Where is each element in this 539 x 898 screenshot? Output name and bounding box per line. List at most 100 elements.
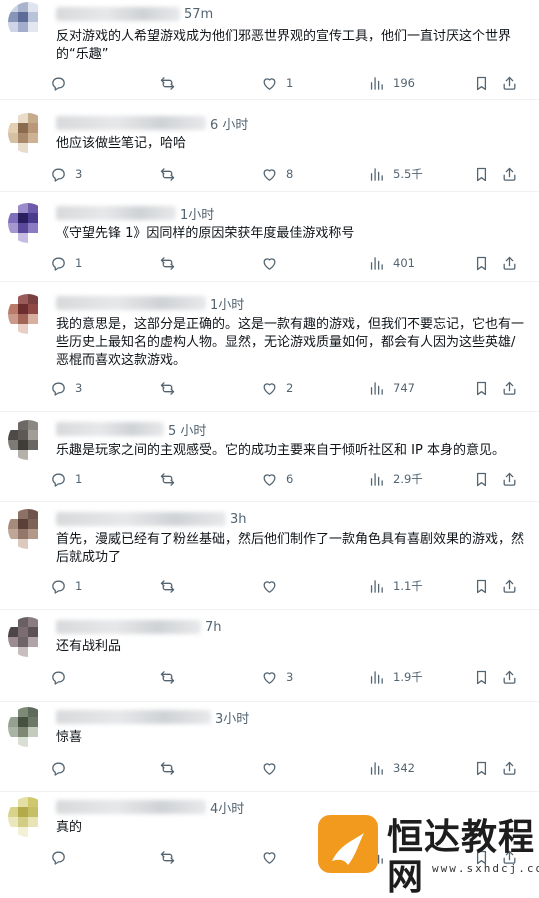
share-button[interactable]: [501, 73, 518, 93]
bookmark-button[interactable]: [473, 253, 490, 273]
retweet-button[interactable]: [159, 847, 184, 867]
like-button[interactable]: 2: [261, 378, 293, 398]
avatar[interactable]: [8, 2, 48, 42]
tweet[interactable]: 57m 反对游戏的人希望游戏成为他们邪恶世界观的宣传工具，他们一直讨厌这个世界的…: [0, 0, 539, 100]
avatar[interactable]: [8, 113, 48, 153]
retweet-button[interactable]: [159, 576, 184, 596]
tweet-time[interactable]: 3h: [230, 512, 247, 527]
reply-button[interactable]: [50, 667, 75, 687]
views-button[interactable]: 342: [368, 758, 415, 778]
tweet-meta: 4小时: [56, 798, 244, 817]
views-button[interactable]: 196: [368, 73, 415, 93]
share-button[interactable]: [501, 378, 518, 398]
like-count: 3: [286, 670, 294, 684]
reply-button[interactable]: [50, 73, 75, 93]
bookmark-button[interactable]: [473, 378, 490, 398]
author-name-redacted[interactable]: [56, 7, 180, 21]
heart-icon: [261, 578, 278, 595]
reply-button[interactable]: [50, 847, 75, 867]
tweet-time[interactable]: 5 小时: [168, 420, 206, 439]
share-icon: [501, 255, 518, 272]
views-button[interactable]: 401: [368, 253, 415, 273]
share-button[interactable]: [501, 469, 518, 489]
bookmark-button[interactable]: [473, 758, 490, 778]
bookmark-button[interactable]: [473, 469, 490, 489]
tweet-actions: 1 196: [50, 73, 520, 93]
share-button[interactable]: [501, 667, 518, 687]
bookmark-button[interactable]: [473, 164, 490, 184]
views-button[interactable]: 1.9千: [368, 667, 423, 687]
tweet-time[interactable]: 1小时: [180, 204, 214, 223]
avatar[interactable]: [8, 420, 48, 460]
avatar[interactable]: [8, 294, 48, 334]
author-name-redacted[interactable]: [56, 620, 201, 634]
views-button[interactable]: 747: [368, 378, 415, 398]
author-name-redacted[interactable]: [56, 296, 206, 310]
like-count: 1: [286, 76, 294, 90]
tweet[interactable]: 6 小时 他应该做些笔记，哈哈 3 8 5.5千: [0, 100, 539, 192]
reply-button[interactable]: 1: [50, 469, 82, 489]
tweet[interactable]: 1小时 《守望先锋 1》因同样的原因荣获年度最佳游戏称号 1 401: [0, 192, 539, 282]
avatar[interactable]: [8, 797, 48, 837]
share-button[interactable]: [501, 253, 518, 273]
bookmark-icon: [473, 471, 490, 488]
like-button[interactable]: [261, 253, 286, 273]
tweet-actions: 1 6 2.9千: [50, 469, 520, 489]
tweet-time[interactable]: 7h: [205, 620, 222, 635]
tweet-time[interactable]: 6 小时: [210, 114, 248, 133]
views-button[interactable]: 1.1千: [368, 576, 423, 596]
tweet-time[interactable]: 4小时: [210, 798, 244, 817]
author-name-redacted[interactable]: [56, 422, 164, 436]
like-button[interactable]: 1: [261, 73, 293, 93]
tweet-meta: 1小时: [56, 204, 214, 223]
retweet-button[interactable]: [159, 469, 184, 489]
heart-icon: [261, 849, 278, 866]
reply-icon: [50, 578, 67, 595]
retweet-button[interactable]: [159, 378, 184, 398]
tweet[interactable]: 7h 还有战利品 3 1.9千: [0, 610, 539, 702]
views-button[interactable]: 5.5千: [368, 164, 423, 184]
bookmark-button[interactable]: [473, 576, 490, 596]
share-button[interactable]: [501, 576, 518, 596]
author-name-redacted[interactable]: [56, 206, 176, 220]
reply-button[interactable]: [50, 758, 75, 778]
tweet[interactable]: 3h 首先，漫威已经有了粉丝基础，然后他们制作了一款角色具有喜剧效果的游戏，然后…: [0, 502, 539, 610]
tweet-time[interactable]: 57m: [184, 7, 213, 22]
tweet[interactable]: 3小时 惊喜 342: [0, 702, 539, 792]
like-button[interactable]: [261, 758, 286, 778]
retweet-button[interactable]: [159, 164, 184, 184]
bookmark-button[interactable]: [473, 667, 490, 687]
avatar[interactable]: [8, 509, 48, 549]
retweet-button[interactable]: [159, 73, 184, 93]
author-name-redacted[interactable]: [56, 116, 206, 130]
retweet-button[interactable]: [159, 253, 184, 273]
share-button[interactable]: [501, 758, 518, 778]
like-button[interactable]: 3: [261, 667, 293, 687]
retweet-button[interactable]: [159, 667, 184, 687]
like-button[interactable]: 6: [261, 469, 293, 489]
author-name-redacted[interactable]: [56, 800, 206, 814]
author-name-redacted[interactable]: [56, 512, 226, 526]
avatar[interactable]: [8, 203, 48, 243]
tweet[interactable]: 5 小时 乐趣是玩家之间的主观感受。它的成功主要来自于倾听社区和 IP 本身的意…: [0, 412, 539, 502]
like-button[interactable]: 8: [261, 164, 293, 184]
author-name-redacted[interactable]: [56, 710, 211, 724]
views-button[interactable]: 2.9千: [368, 469, 423, 489]
retweet-button[interactable]: [159, 758, 184, 778]
bookmark-button[interactable]: [473, 73, 490, 93]
tweet[interactable]: 1小时 我的意思是，这部分是正确的。这是一款有趣的游戏，但我们不要忘记，它也有一…: [0, 282, 539, 412]
tweet-time[interactable]: 1小时: [210, 294, 244, 313]
avatar[interactable]: [8, 707, 48, 747]
like-button[interactable]: [261, 576, 286, 596]
avatar[interactable]: [8, 617, 48, 657]
reply-button[interactable]: 3: [50, 378, 82, 398]
retweet-icon: [159, 669, 176, 686]
share-button[interactable]: [501, 164, 518, 184]
reply-button[interactable]: 3: [50, 164, 82, 184]
reply-button[interactable]: 1: [50, 576, 82, 596]
share-icon: [501, 75, 518, 92]
bookmark-icon: [473, 75, 490, 92]
tweet-time[interactable]: 3小时: [215, 708, 249, 727]
reply-button[interactable]: 1: [50, 253, 82, 273]
heart-icon: [261, 255, 278, 272]
